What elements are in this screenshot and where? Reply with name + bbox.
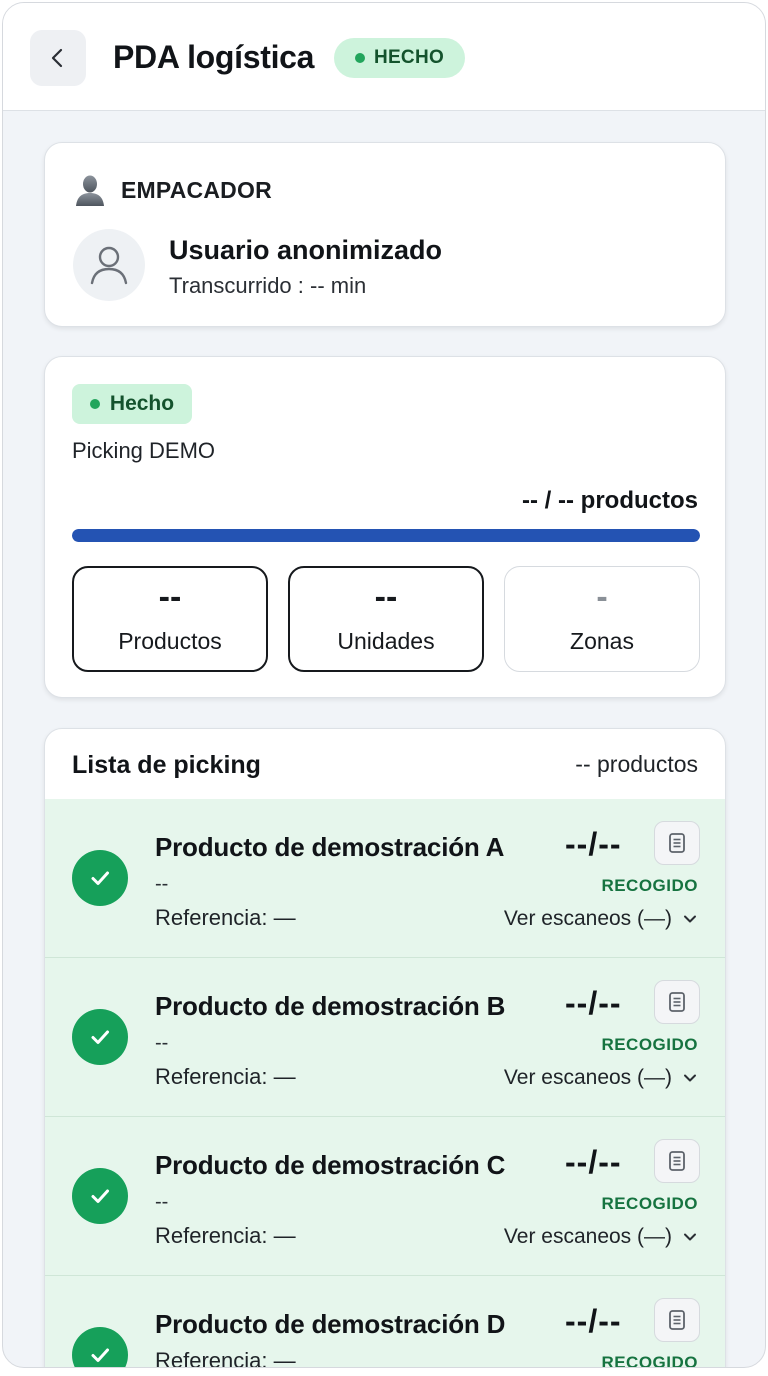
- stat-units[interactable]: -- Unidades: [288, 566, 484, 672]
- notes-button[interactable]: [654, 1298, 700, 1342]
- product-quantity: --/--: [565, 1303, 622, 1339]
- view-scans-label: Ver escaneos (—): [503, 1066, 672, 1089]
- picking-list-title: Lista de picking: [72, 751, 261, 779]
- packer-heading: EMPACADOR: [73, 173, 272, 207]
- page-title: PDA logística: [113, 39, 315, 75]
- product-name: Producto de demostración B: [155, 991, 506, 1021]
- product-quantity: --/--: [565, 1144, 622, 1180]
- product-name: Producto de demostración C: [155, 1150, 506, 1180]
- product-reference: Referencia: —: [155, 1223, 296, 1248]
- product-quantity: --/--: [565, 826, 622, 862]
- product-state: RECOGIDO: [601, 1353, 698, 1368]
- packer-card: EMPACADOR Usuario anonimizado Transcurri…: [44, 142, 726, 327]
- product-reference: Referencia: —: [155, 1064, 296, 1089]
- view-scans-toggle[interactable]: Ver escaneos (—): [504, 1225, 698, 1249]
- product-state: RECOGIDO: [601, 876, 698, 895]
- chevron-down-icon: [684, 1233, 696, 1241]
- person-bust-icon: [76, 175, 104, 206]
- status-badge-label: HECHO: [373, 47, 445, 68]
- list-item[interactable]: Producto de demostración C -- Referencia…: [45, 1117, 725, 1276]
- document-icon: [669, 1310, 685, 1330]
- stat-value: --: [158, 577, 182, 616]
- list-item[interactable]: Producto de demostración D Referencia: —…: [45, 1276, 725, 1368]
- picking-list: Producto de demostración A -- Referencia…: [45, 799, 725, 1368]
- chevron-down-icon: [684, 915, 696, 923]
- document-icon: [669, 992, 685, 1012]
- stat-label: Unidades: [337, 627, 435, 654]
- view-scans-label: Ver escaneos (—): [503, 1225, 672, 1248]
- document-icon: [669, 833, 685, 853]
- picking-summary-card: Hecho Picking DEMO -- / -- productos -- …: [44, 356, 726, 698]
- product-reference: Referencia: —: [155, 905, 296, 930]
- stat-label: Zonas: [570, 627, 634, 654]
- view-scans-toggle[interactable]: Ver escaneos (—): [504, 907, 698, 931]
- packer-heading-label: EMPACADOR: [121, 176, 272, 203]
- notes-button[interactable]: [654, 1139, 700, 1183]
- status-badge: HECHO: [334, 38, 465, 78]
- back-button[interactable]: [30, 30, 86, 86]
- document-icon: [669, 1151, 685, 1171]
- app-frame: PDA logística HECHO EMPACADOR Usuario an…: [2, 2, 766, 1368]
- check-circle-icon: [72, 850, 128, 906]
- user-name: Usuario anonimizado: [169, 235, 443, 265]
- stat-products[interactable]: -- Productos: [72, 566, 268, 672]
- list-item[interactable]: Producto de demostración B -- Referencia…: [45, 958, 725, 1117]
- progress-bar: [72, 529, 700, 542]
- product-subtitle: --: [155, 1032, 169, 1054]
- progress-text: -- / -- productos: [522, 487, 698, 514]
- top-bar: PDA logística HECHO: [3, 3, 765, 111]
- view-scans-toggle[interactable]: Ver escaneos (—): [504, 1066, 698, 1090]
- check-circle-icon: [72, 1009, 128, 1065]
- picking-list-card: Lista de picking -- productos Producto d…: [44, 728, 726, 1368]
- user-outline-icon: [90, 246, 128, 285]
- product-subtitle: --: [155, 873, 169, 895]
- progress-bar-fill: [72, 529, 700, 542]
- status-dot-icon: [89, 399, 100, 409]
- avatar: [73, 229, 145, 301]
- list-item[interactable]: Producto de demostración A -- Referencia…: [45, 799, 725, 958]
- elapsed-time: Transcurrido : -- min: [169, 273, 367, 298]
- product-name: Producto de demostración D: [155, 1309, 506, 1339]
- check-circle-icon: [72, 1168, 128, 1224]
- check-circle-icon: [72, 1327, 128, 1367]
- stat-value: -: [596, 577, 608, 616]
- view-scans-label: Ver escaneos (—): [503, 907, 672, 930]
- stat-label: Productos: [118, 627, 222, 654]
- picking-name: Picking DEMO: [72, 438, 216, 463]
- status-dot-icon: [354, 53, 365, 63]
- product-reference: Referencia: —: [155, 1348, 296, 1368]
- picking-status-tag: Hecho: [72, 384, 192, 424]
- chevron-down-icon: [684, 1074, 696, 1082]
- notes-button[interactable]: [654, 821, 700, 865]
- product-name: Producto de demostración A: [155, 832, 505, 862]
- stat-zones[interactable]: - Zonas: [504, 566, 700, 672]
- chevron-left-icon: [51, 48, 63, 68]
- product-quantity: --/--: [565, 985, 622, 1021]
- picking-status-label: Hecho: [109, 392, 175, 415]
- stat-value: --: [374, 577, 398, 616]
- notes-button[interactable]: [654, 980, 700, 1024]
- picking-list-count: -- productos: [575, 751, 698, 777]
- product-state: RECOGIDO: [601, 1035, 698, 1054]
- product-subtitle: --: [155, 1191, 169, 1213]
- product-state: RECOGIDO: [601, 1194, 698, 1213]
